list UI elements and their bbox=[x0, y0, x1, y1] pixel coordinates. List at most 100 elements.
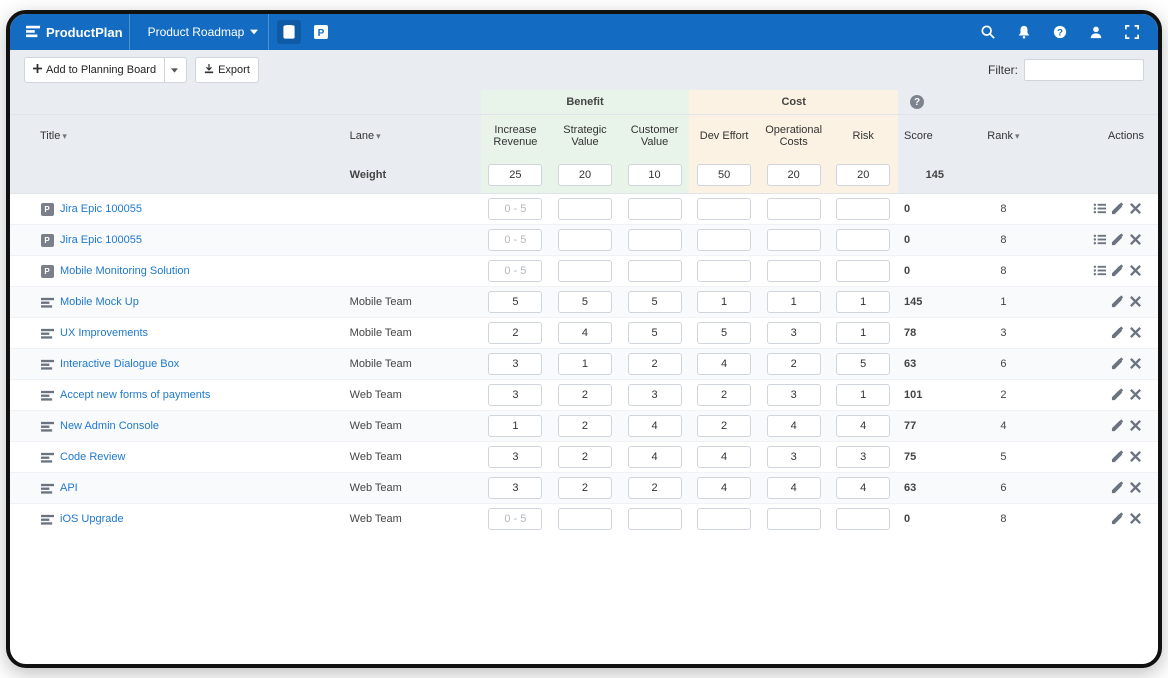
weight-dev-effort[interactable] bbox=[697, 164, 751, 186]
metric-input[interactable] bbox=[697, 322, 751, 344]
row-title-link[interactable]: UX Improvements bbox=[60, 327, 148, 339]
metric-input[interactable] bbox=[767, 353, 821, 375]
metric-input[interactable] bbox=[488, 446, 542, 468]
metric-input[interactable] bbox=[558, 446, 612, 468]
roadmap-dropdown[interactable]: Product Roadmap bbox=[138, 14, 270, 50]
delete-icon[interactable] bbox=[1126, 324, 1144, 342]
metric-input[interactable] bbox=[836, 291, 890, 313]
metric-input[interactable] bbox=[836, 229, 890, 251]
edit-icon[interactable] bbox=[1108, 200, 1126, 218]
col-title[interactable]: Title▾ bbox=[10, 115, 349, 158]
list-icon[interactable] bbox=[1090, 262, 1108, 280]
fullscreen-icon[interactable] bbox=[1120, 20, 1144, 44]
col-strategic-value[interactable]: Strategic Value bbox=[550, 115, 620, 158]
metric-input[interactable] bbox=[697, 260, 751, 282]
delete-icon[interactable] bbox=[1126, 355, 1144, 373]
metric-input[interactable] bbox=[628, 415, 682, 437]
metric-input[interactable] bbox=[836, 322, 890, 344]
weight-increase-revenue[interactable] bbox=[488, 164, 542, 186]
weight-strategic-value[interactable] bbox=[558, 164, 612, 186]
edit-icon[interactable] bbox=[1108, 262, 1126, 280]
metric-input[interactable] bbox=[628, 260, 682, 282]
delete-icon[interactable] bbox=[1126, 448, 1144, 466]
metric-input[interactable] bbox=[558, 508, 612, 530]
metric-input[interactable] bbox=[558, 291, 612, 313]
metric-input[interactable] bbox=[628, 508, 682, 530]
row-title-link[interactable]: Accept new forms of payments bbox=[60, 389, 210, 401]
metric-input[interactable] bbox=[488, 260, 542, 282]
edit-icon[interactable] bbox=[1108, 293, 1126, 311]
delete-icon[interactable] bbox=[1126, 231, 1144, 249]
delete-icon[interactable] bbox=[1126, 262, 1144, 280]
metric-input[interactable] bbox=[558, 477, 612, 499]
metric-input[interactable] bbox=[558, 198, 612, 220]
col-increase-revenue[interactable]: Increase Revenue bbox=[481, 115, 551, 158]
metric-input[interactable] bbox=[836, 508, 890, 530]
edit-icon[interactable] bbox=[1108, 479, 1126, 497]
delete-icon[interactable] bbox=[1126, 417, 1144, 435]
row-title-link[interactable]: Code Review bbox=[60, 451, 125, 463]
add-button-caret[interactable] bbox=[164, 58, 178, 82]
metric-input[interactable] bbox=[628, 477, 682, 499]
metric-input[interactable] bbox=[488, 477, 542, 499]
metric-input[interactable] bbox=[697, 384, 751, 406]
list-icon[interactable] bbox=[1090, 200, 1108, 218]
metric-input[interactable] bbox=[697, 477, 751, 499]
metric-input[interactable] bbox=[836, 353, 890, 375]
metric-input[interactable] bbox=[836, 415, 890, 437]
parking-view-button[interactable]: P bbox=[309, 20, 333, 44]
metric-input[interactable] bbox=[836, 477, 890, 499]
row-title-link[interactable]: Jira Epic 100055 bbox=[60, 234, 142, 246]
metric-input[interactable] bbox=[697, 446, 751, 468]
col-rank[interactable]: Rank▾ bbox=[967, 115, 1041, 158]
metric-input[interactable] bbox=[767, 291, 821, 313]
clipboard-view-button[interactable] bbox=[277, 20, 301, 44]
metric-input[interactable] bbox=[836, 198, 890, 220]
metric-input[interactable] bbox=[488, 229, 542, 251]
search-icon[interactable] bbox=[976, 20, 1000, 44]
weight-customer-value[interactable] bbox=[628, 164, 682, 186]
edit-icon[interactable] bbox=[1108, 448, 1126, 466]
cost-help-icon[interactable]: ? bbox=[898, 90, 967, 115]
edit-icon[interactable] bbox=[1108, 324, 1126, 342]
help-icon[interactable]: ? bbox=[1048, 20, 1072, 44]
metric-input[interactable] bbox=[628, 322, 682, 344]
metric-input[interactable] bbox=[628, 353, 682, 375]
add-to-planning-board-button[interactable]: Add to Planning Board bbox=[24, 57, 187, 83]
metric-input[interactable] bbox=[558, 353, 612, 375]
metric-input[interactable] bbox=[558, 322, 612, 344]
metric-input[interactable] bbox=[628, 198, 682, 220]
metric-input[interactable] bbox=[836, 384, 890, 406]
metric-input[interactable] bbox=[767, 415, 821, 437]
filter-input[interactable] bbox=[1024, 59, 1144, 81]
metric-input[interactable] bbox=[767, 322, 821, 344]
export-button[interactable]: Export bbox=[195, 57, 259, 83]
metric-input[interactable] bbox=[767, 446, 821, 468]
metric-input[interactable] bbox=[836, 260, 890, 282]
metric-input[interactable] bbox=[767, 260, 821, 282]
bell-icon[interactable] bbox=[1012, 20, 1036, 44]
col-score[interactable]: Score bbox=[898, 115, 967, 158]
metric-input[interactable] bbox=[836, 446, 890, 468]
delete-icon[interactable] bbox=[1126, 479, 1144, 497]
metric-input[interactable] bbox=[628, 229, 682, 251]
metric-input[interactable] bbox=[628, 384, 682, 406]
metric-input[interactable] bbox=[558, 415, 612, 437]
metric-input[interactable] bbox=[628, 291, 682, 313]
metric-input[interactable] bbox=[558, 384, 612, 406]
metric-input[interactable] bbox=[628, 446, 682, 468]
user-icon[interactable] bbox=[1084, 20, 1108, 44]
weight-risk[interactable] bbox=[836, 164, 890, 186]
list-icon[interactable] bbox=[1090, 231, 1108, 249]
brand[interactable]: ProductPlan bbox=[20, 14, 130, 50]
col-dev-effort[interactable]: Dev Effort bbox=[689, 115, 759, 158]
weight-operational-costs[interactable] bbox=[767, 164, 821, 186]
metric-input[interactable] bbox=[558, 260, 612, 282]
metric-input[interactable] bbox=[488, 322, 542, 344]
edit-icon[interactable] bbox=[1108, 386, 1126, 404]
metric-input[interactable] bbox=[767, 198, 821, 220]
metric-input[interactable] bbox=[488, 353, 542, 375]
metric-input[interactable] bbox=[558, 229, 612, 251]
metric-input[interactable] bbox=[767, 477, 821, 499]
metric-input[interactable] bbox=[488, 415, 542, 437]
